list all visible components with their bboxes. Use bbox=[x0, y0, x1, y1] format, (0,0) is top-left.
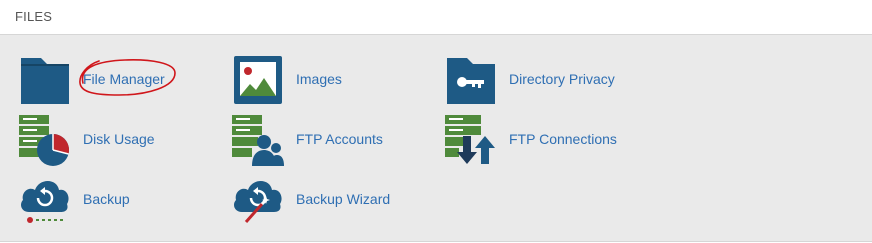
file-manager-label: File Manager bbox=[83, 71, 165, 87]
disk-usage-label: Disk Usage bbox=[83, 131, 155, 147]
section-title: FILES bbox=[15, 9, 53, 24]
directory-privacy-link[interactable]: Directory Privacy bbox=[445, 54, 655, 109]
backup-wizard-icon bbox=[232, 174, 284, 226]
directory-privacy-label: Directory Privacy bbox=[509, 71, 615, 87]
backup-wizard-label: Backup Wizard bbox=[296, 191, 391, 207]
ftp-accounts-link[interactable]: FTP Accounts bbox=[232, 114, 442, 169]
folder-icon bbox=[19, 54, 71, 106]
backup-label: Backup bbox=[83, 191, 130, 207]
ftp-connections-link[interactable]: FTP Connections bbox=[445, 114, 655, 169]
ftp-connections-icon bbox=[445, 114, 497, 166]
backup-wizard-link[interactable]: Backup Wizard bbox=[232, 174, 442, 229]
backup-link[interactable]: Backup bbox=[19, 174, 229, 229]
files-panel: FILES File Manager Images Directory Priv… bbox=[0, 0, 872, 243]
ftp-accounts-icon bbox=[232, 114, 284, 166]
images-link[interactable]: Images bbox=[232, 54, 442, 109]
disk-usage-link[interactable]: Disk Usage bbox=[19, 114, 229, 169]
image-icon bbox=[232, 54, 284, 106]
file-manager-link[interactable]: File Manager bbox=[19, 54, 229, 109]
ftp-connections-label: FTP Connections bbox=[509, 131, 617, 147]
folder-key-icon bbox=[445, 54, 497, 106]
disk-usage-icon bbox=[19, 114, 71, 166]
images-label: Images bbox=[296, 71, 342, 87]
panel-header: FILES bbox=[0, 0, 872, 35]
backup-icon bbox=[19, 174, 71, 226]
ftp-accounts-label: FTP Accounts bbox=[296, 131, 383, 147]
